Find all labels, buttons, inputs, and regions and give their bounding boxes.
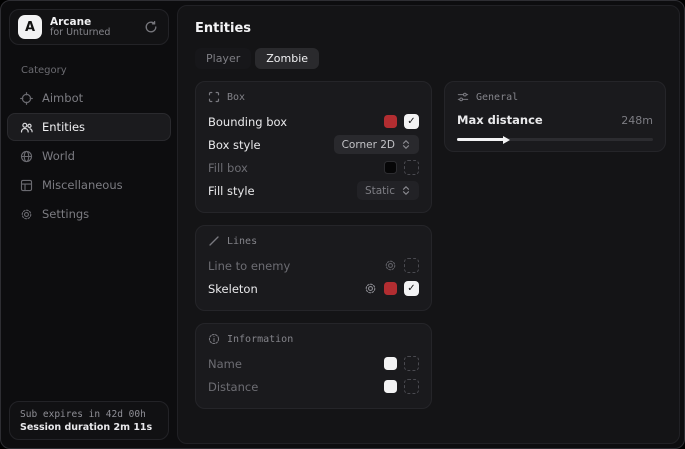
setting-row-box-style: Box style Corner 2D [208,133,419,156]
sidebar-item-label: Aimbot [42,91,83,105]
setting-row-fill-style: Fill style Static [208,179,419,202]
box-card-title: Box [227,92,245,103]
lines-card-title: Lines [227,236,257,247]
category-label: Category [21,65,177,76]
sidebar-item-label: Miscellaneous [42,178,123,192]
sidebar-item-settings[interactable]: Settings [7,200,171,228]
app-header-card: A Arcane for Unturned [9,9,169,45]
setting-row-bounding-box: Bounding box ✓ [208,110,419,133]
page-title: Entities [195,21,666,36]
app-window: A Arcane for Unturned Category A [0,0,685,449]
setting-label: Fill box [208,161,384,175]
setting-label: Skeleton [208,282,364,296]
sidebar: A Arcane for Unturned Category A [1,1,177,448]
setting-row-skeleton: Skeleton ✓ [208,277,419,300]
settings-gear-icon[interactable] [364,282,377,295]
chevron-up-down-icon [401,139,411,150]
checkbox-unchecked[interactable] [404,160,419,175]
dropdown-value: Static [365,185,395,197]
sliders-icon [457,91,469,103]
sub-expires-text: Sub expires in 42d 00h [20,409,158,420]
setting-label: Bounding box [208,115,384,129]
slider-fill [457,138,504,141]
settings-gear-icon[interactable] [384,259,397,272]
globe-icon [20,150,33,163]
information-card-title: Information [227,334,293,345]
checkbox-checked[interactable]: ✓ [404,281,419,296]
sidebar-item-label: World [42,149,75,163]
setting-label: Distance [208,380,384,394]
app-meta: Arcane for Unturned [50,16,134,39]
setting-row-line-to-enemy: Line to enemy [208,254,419,277]
grid-icon [20,179,33,192]
information-card-header: Information [208,333,419,345]
sidebar-item-miscellaneous[interactable]: Miscellaneous [7,171,171,199]
users-icon [20,121,33,134]
checkbox-checked[interactable]: ✓ [404,114,419,129]
setting-label: Box style [208,138,334,152]
max-distance-slider[interactable] [457,138,653,141]
setting-label: Fill style [208,184,357,198]
sidebar-item-label: Settings [42,207,89,221]
color-swatch-white[interactable] [384,357,397,370]
checkbox-unchecked[interactable] [404,379,419,394]
checkbox-unchecked[interactable] [404,258,419,273]
slider-thumb[interactable] [503,136,510,144]
lines-card-header: Lines [208,235,419,247]
sidebar-item-aimbot[interactable]: Aimbot [7,84,171,112]
box-card-header: Box [208,91,419,103]
tab-zombie[interactable]: Zombie [255,48,319,69]
checkbox-unchecked[interactable] [404,356,419,371]
color-swatch-white[interactable] [384,380,397,393]
refresh-icon[interactable] [142,18,160,36]
setting-row-distance: Distance [208,375,419,398]
session-duration-text: Session duration 2m 11s [20,422,158,433]
left-column: Box Bounding box ✓ Box style Corn [195,81,432,409]
gear-icon [20,208,33,221]
sidebar-item-world[interactable]: World [7,142,171,170]
app-logo: A [18,15,42,39]
sidebar-item-label: Entities [42,120,85,134]
sidebar-nav: Aimbot Entities World [1,84,177,228]
tab-player[interactable]: Player [195,48,251,69]
box-card: Box Bounding box ✓ Box style Corn [195,81,432,213]
color-swatch-black[interactable] [384,161,397,174]
content-columns: Box Bounding box ✓ Box style Corn [188,81,666,409]
setting-label: Line to enemy [208,259,384,273]
entity-tabs: Player Zombie [195,48,666,69]
lines-card: Lines Line to enemy [195,225,432,311]
subscription-status-card: Sub expires in 42d 00h Session duration … [9,401,169,440]
setting-row-fill-box: Fill box [208,156,419,179]
info-circle-icon [208,333,220,345]
crosshair-icon [20,92,33,105]
right-column: General Max distance 248m [444,81,666,409]
color-swatch-red[interactable] [384,115,397,128]
slider-label: Max distance [457,113,621,127]
chevron-up-down-icon [401,185,411,196]
app-title: Arcane [50,16,134,28]
general-card: General Max distance 248m [444,81,666,152]
fill-style-dropdown[interactable]: Static [357,181,419,200]
box-corners-icon [208,91,220,103]
dropdown-value: Corner 2D [342,139,395,151]
box-style-dropdown[interactable]: Corner 2D [334,135,419,154]
setting-row-name: Name [208,352,419,375]
information-card: Information Name Distance [195,323,432,409]
app-subtitle: for Unturned [50,28,134,39]
setting-label: Name [208,357,384,371]
max-distance-row: Max distance 248m [457,110,653,130]
main-panel: Entities Player Zombie Box [177,5,680,444]
slider-value: 248m [621,114,653,127]
general-card-title: General [476,92,518,103]
color-swatch-red[interactable] [384,282,397,295]
diagonal-line-icon [208,235,220,247]
general-card-header: General [457,91,653,103]
sidebar-item-entities[interactable]: Entities [7,113,171,141]
